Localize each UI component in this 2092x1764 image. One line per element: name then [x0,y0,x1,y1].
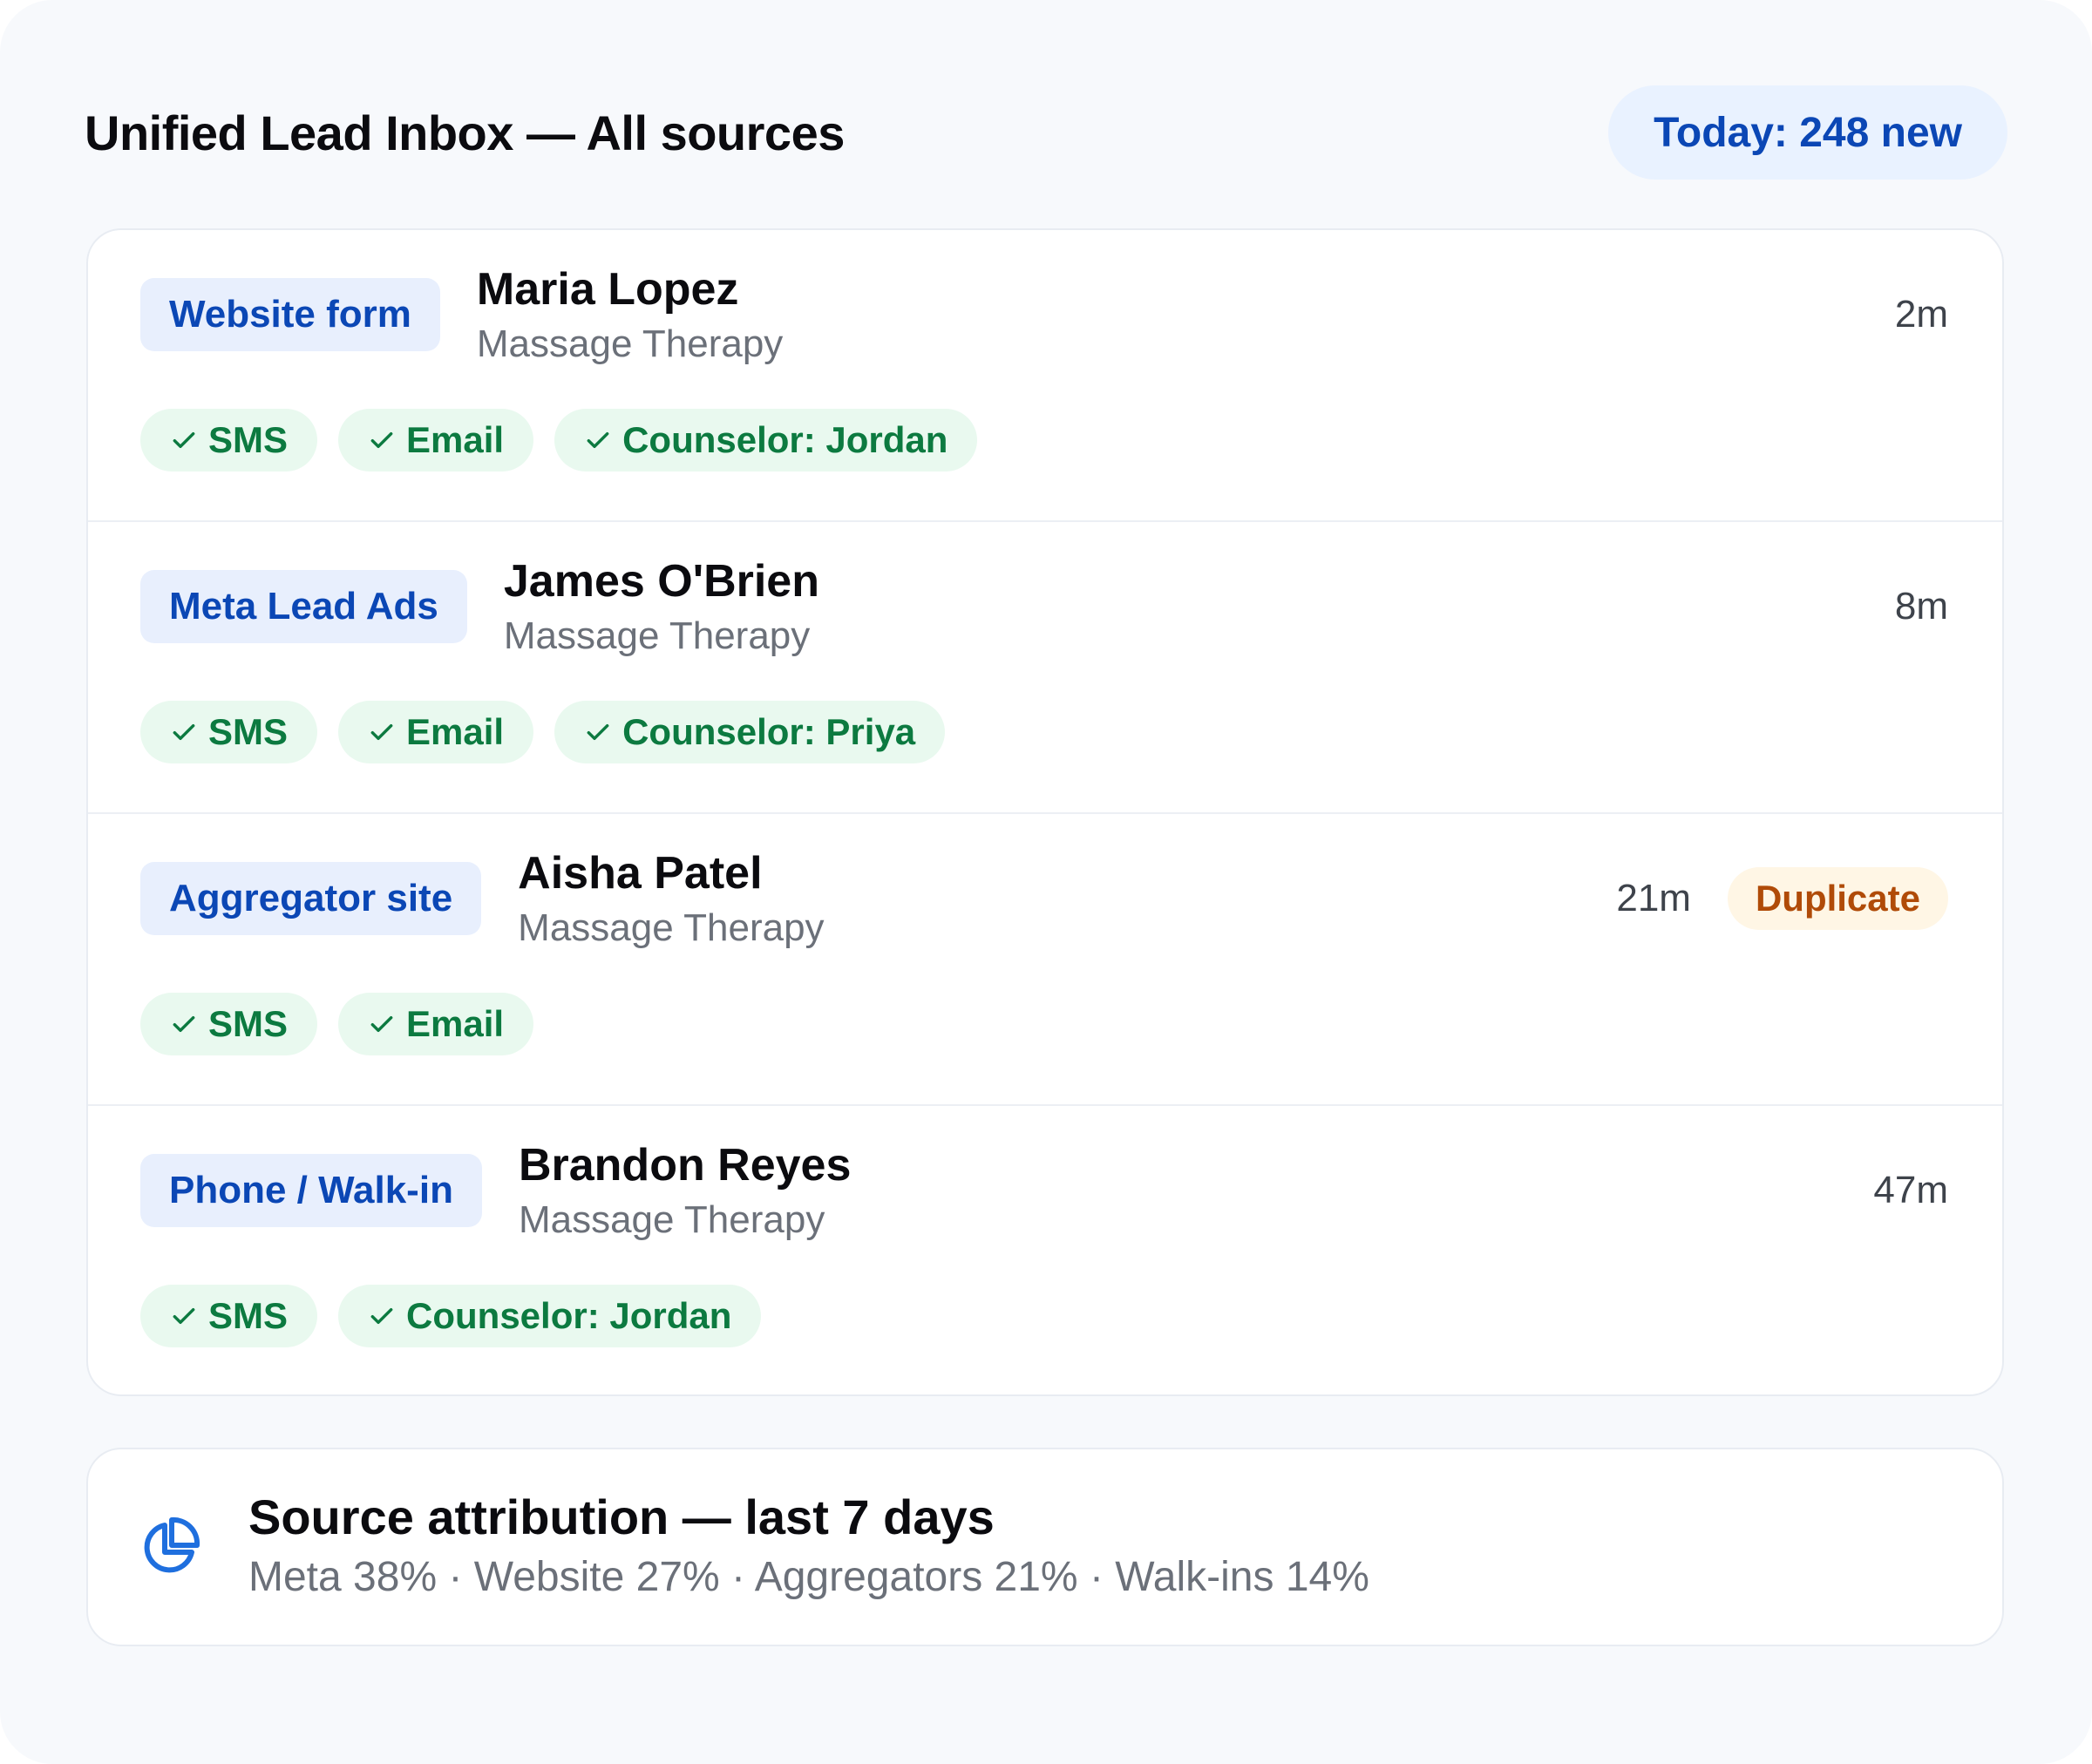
lead-source-chip: Meta Lead Ads [140,570,467,643]
check-icon [587,431,609,449]
tag-email: Email [338,701,534,763]
check-icon [370,1015,393,1033]
tag-sms: SMS [140,409,318,472]
check-icon [173,1307,195,1325]
header: Unified Lead Inbox — All sources Today: … [85,84,2007,181]
lead-name: Brandon Reyes [518,1140,852,1191]
tag-counselor: Counselor: Jordan [554,409,978,472]
lead-row[interactable]: Website form Maria Lopez Massage Therapy… [88,230,2002,522]
pie-chart-icon [144,1516,200,1573]
lead-program: Massage Therapy [476,322,784,365]
source-attribution-card[interactable]: Source attribution — last 7 days Meta 38… [86,1448,2004,1646]
tag-counselor: Counselor: Priya [554,701,946,763]
lead-info: Brandon Reyes Massage Therapy [519,1136,851,1246]
check-icon [173,431,195,449]
attribution-title: Source attribution — last 7 days [248,1489,995,1544]
page-title: Unified Lead Inbox — All sources [85,105,845,160]
tag-label: Email [406,419,505,460]
lead-source-chip: Website form [140,278,440,351]
lead-tags: SMS Email Counselor: Priya [140,701,946,763]
tag-sms: SMS [140,993,318,1055]
lead-tags: SMS Email Counselor: Jordan [140,409,978,472]
lead-tags: SMS Counselor: Jordan [140,1285,762,1347]
lead-time: 47m [1873,1169,1948,1211]
check-icon [173,723,195,741]
check-icon [370,431,393,449]
check-icon [173,1015,195,1033]
tag-email: Email [338,409,534,472]
tag-label: Counselor: Jordan [622,419,948,460]
tag-sms: SMS [140,1285,318,1347]
lead-row[interactable]: Aggregator site Aisha Patel Massage Ther… [88,814,2002,1106]
lead-row[interactable]: Phone / Walk-in Brandon Reyes Massage Th… [88,1106,2002,1398]
lead-name: James O'Brien [503,556,819,607]
lead-source-chip: Phone / Walk-in [140,1154,482,1227]
lead-time: 2m [1894,293,1948,336]
lead-program: Massage Therapy [503,614,811,657]
check-icon [370,723,393,741]
tag-label: SMS [208,711,289,752]
tag-counselor: Counselor: Jordan [338,1285,762,1347]
lead-name: Maria Lopez [476,264,739,315]
check-icon [370,1307,393,1325]
tag-label: Email [406,711,505,752]
lead-time: 21m [1616,877,1691,919]
today-count-badge: Today: 248 new [1608,85,2007,180]
tag-label: SMS [208,1003,289,1044]
tag-label: SMS [208,419,289,460]
duplicate-badge[interactable]: Duplicate [1727,867,1948,930]
tag-label: Counselor: Priya [622,711,916,752]
lead-name: Aisha Patel [518,848,763,899]
attribution-text: Source attribution — last 7 days Meta 38… [248,1488,1369,1606]
lead-info: Maria Lopez Massage Therapy [477,261,783,370]
lead-tags: SMS Email [140,993,534,1055]
attribution-summary: Meta 38% · Website 27% · Aggregators 21%… [248,1554,1369,1600]
tag-email: Email [338,993,534,1055]
lead-info: Aisha Patel Massage Therapy [518,845,824,954]
tag-label: Counselor: Jordan [406,1295,732,1336]
tag-sms: SMS [140,701,318,763]
lead-list: Website form Maria Lopez Massage Therapy… [86,228,2004,1396]
lead-row[interactable]: Meta Lead Ads James O'Brien Massage Ther… [88,522,2002,814]
lead-source-chip: Aggregator site [140,862,482,935]
lead-time: 8m [1894,585,1948,628]
lead-info: James O'Brien Massage Therapy [504,553,819,662]
tag-label: Email [406,1003,505,1044]
tag-label: SMS [208,1295,289,1336]
lead-program: Massage Therapy [518,1198,825,1241]
lead-program: Massage Therapy [518,906,825,949]
app-frame: Unified Lead Inbox — All sources Today: … [0,0,2092,1764]
check-icon [587,723,609,741]
